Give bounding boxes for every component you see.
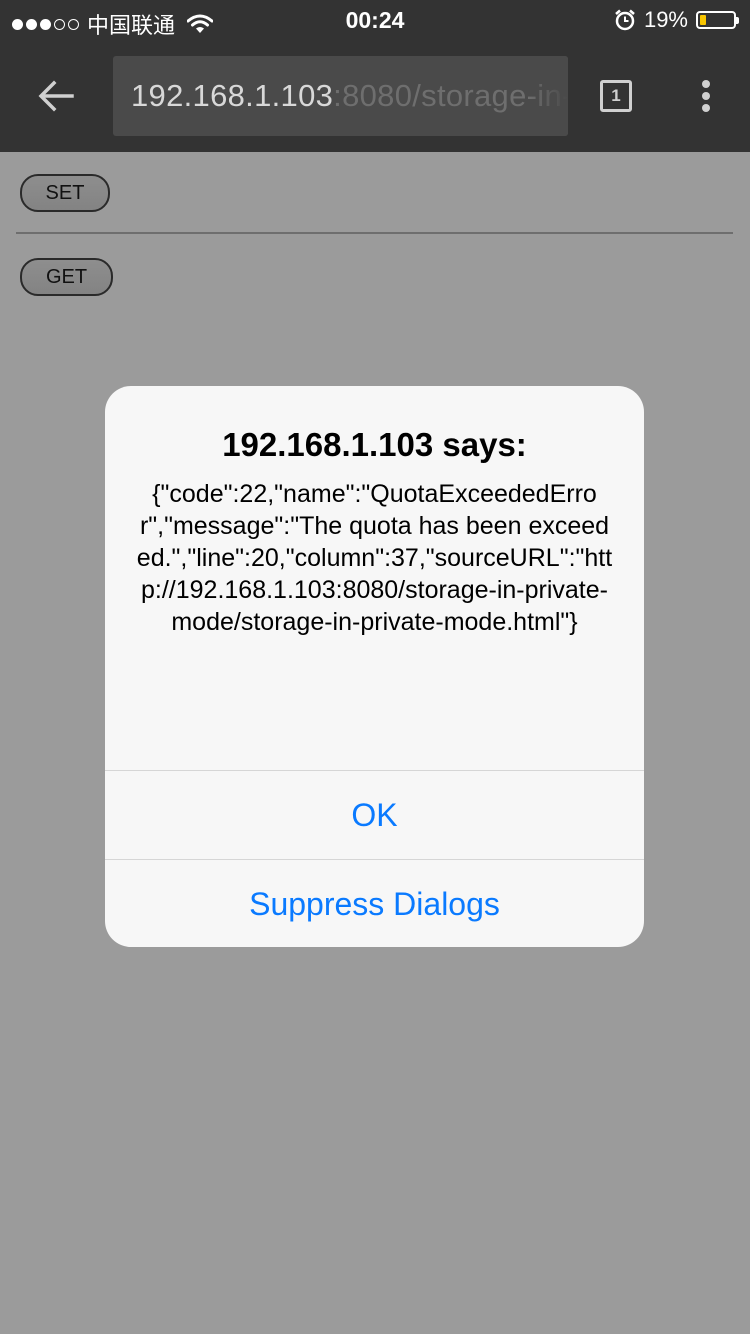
status-bar: 中国联通 00:24 19% <box>0 0 750 40</box>
suppress-dialogs-button[interactable]: Suppress Dialogs <box>105 859 644 947</box>
more-menu-icon[interactable] <box>700 80 712 114</box>
ok-button[interactable]: OK <box>105 770 644 859</box>
tabs-icon[interactable]: 1 <box>600 80 632 112</box>
back-arrow-icon[interactable] <box>36 76 76 116</box>
url-text: 192.168.1.103:8080/storage-in-private-mo… <box>131 78 568 114</box>
battery-level <box>700 15 706 25</box>
url-fade <box>528 56 568 136</box>
set-button[interactable]: SET <box>20 174 110 212</box>
dialog-title: 192.168.1.103 says: <box>222 426 527 463</box>
get-button[interactable]: GET <box>20 258 113 296</box>
dialog-message: {"code":22,"name":"QuotaExceededError","… <box>136 480 613 636</box>
battery-icon <box>696 11 739 29</box>
horizontal-rule <box>16 232 733 234</box>
url-host: 192.168.1.103 <box>131 78 334 113</box>
battery-percent: 19% <box>643 7 688 32</box>
status-right: 19% <box>614 7 739 33</box>
address-bar[interactable]: 192.168.1.103:8080/storage-in-private-mo… <box>113 56 568 136</box>
alarm-icon <box>615 9 635 31</box>
browser-toolbar: 192.168.1.103:8080/storage-in-private-mo… <box>0 40 750 152</box>
alert-dialog: 192.168.1.103 says: {"code":22,"name":"Q… <box>105 386 644 947</box>
